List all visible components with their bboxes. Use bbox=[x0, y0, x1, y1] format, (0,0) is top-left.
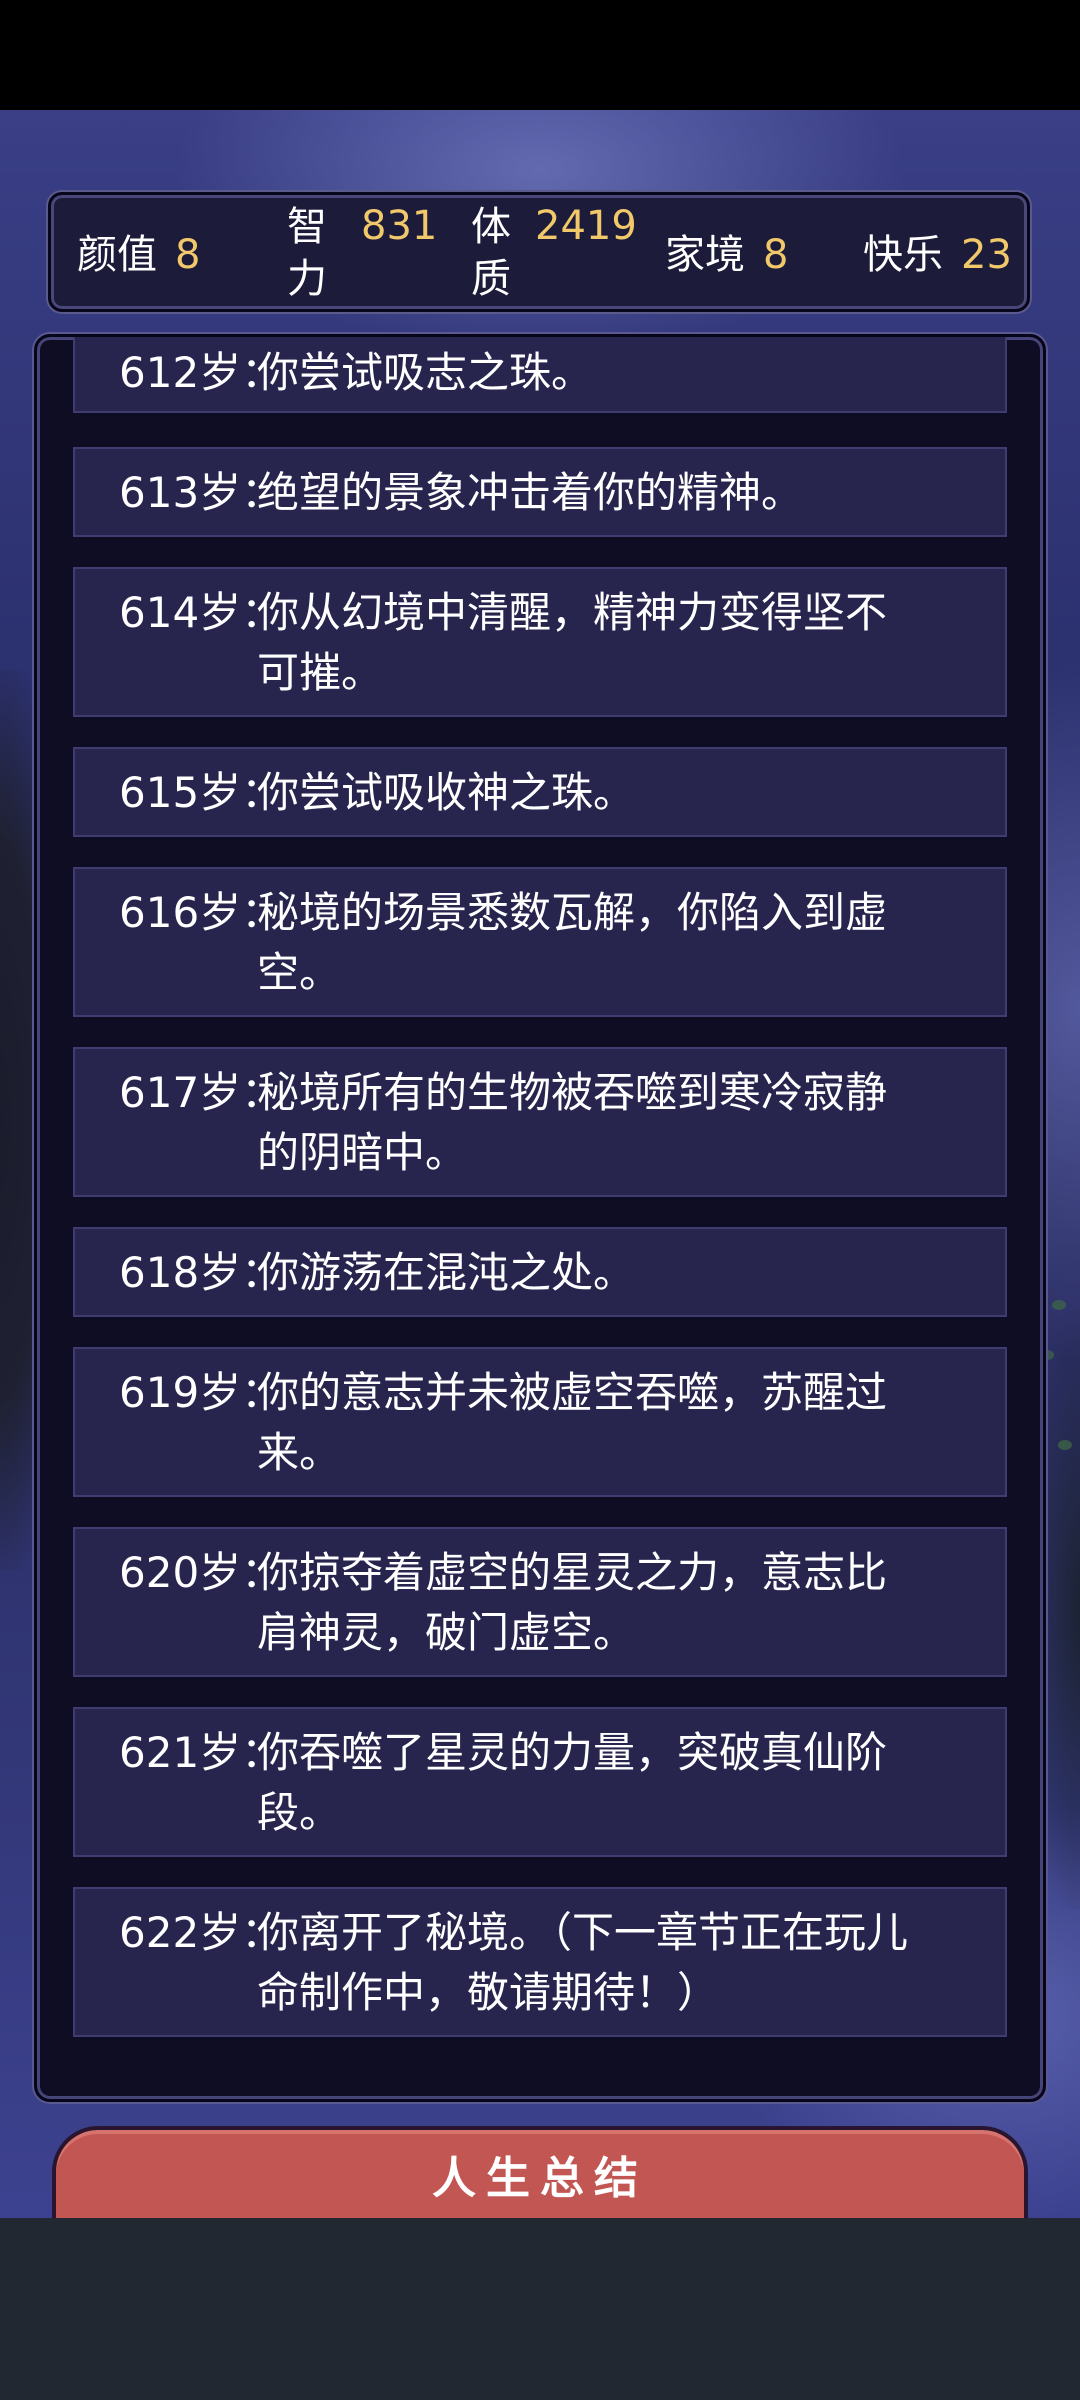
entry-text: 秘境所有的生物被吞噬到寒冷寂静的阴暗中。 bbox=[257, 1068, 888, 1177]
attribute-stats-bar: 颜值 8 智力 831 体质 2419 家境 8 快乐 23 bbox=[48, 192, 1030, 312]
entry-age: 618岁： bbox=[119, 1248, 284, 1297]
entry-age: 619岁： bbox=[119, 1368, 284, 1417]
log-entry: 617岁： 秘境所有的生物被吞噬到寒冷寂静的阴暗中。 bbox=[73, 1047, 1007, 1197]
entry-age: 613岁： bbox=[119, 468, 284, 517]
entry-text: 你游荡在混沌之处。 bbox=[257, 1248, 636, 1297]
entry-age: 614岁： bbox=[119, 588, 284, 637]
stat-label: 体质 bbox=[471, 204, 511, 302]
log-entry: 622岁： 你离开了秘境。（下一章节正在玩儿命制作中，敬请期待！） bbox=[73, 1887, 1007, 2037]
log-entry: 620岁： 你掠夺着虚空的星灵之力，意志比肩神灵，破门虚空。 bbox=[73, 1527, 1007, 1677]
status-bar bbox=[0, 0, 1080, 110]
entry-text: 你掠夺着虚空的星灵之力，意志比肩神灵，破门虚空。 bbox=[257, 1548, 888, 1657]
life-summary-button[interactable]: 人生总结 bbox=[52, 2126, 1028, 2218]
log-entry: 613岁： 绝望的景象冲击着你的精神。 bbox=[73, 447, 1007, 537]
entry-age: 612岁： bbox=[119, 348, 284, 397]
entry-text: 秘境的场景悉数瓦解，你陷入到虚空。 bbox=[257, 888, 888, 997]
stat-label: 颜值 bbox=[77, 232, 157, 278]
life-log-panel[interactable]: 612岁： 你尝试吸志之珠。 613岁： 绝望的景象冲击着你的精神。 614岁：… bbox=[34, 334, 1046, 2102]
stat-label: 快乐 bbox=[863, 232, 943, 278]
entry-text: 你尝试吸志之珠。 bbox=[257, 348, 594, 397]
leaf-decoration bbox=[1052, 1300, 1066, 1310]
stat-intelligence: 智力 831 bbox=[287, 195, 437, 315]
log-entry: 614岁： 你从幻境中清醒，精神力变得坚不可摧。 bbox=[73, 567, 1007, 717]
log-entry: 615岁： 你尝试吸收神之珠。 bbox=[73, 747, 1007, 837]
life-log-list[interactable]: 612岁： 你尝试吸志之珠。 613岁： 绝望的景象冲击着你的精神。 614岁：… bbox=[73, 337, 1007, 2067]
entry-age: 615岁： bbox=[119, 768, 284, 817]
log-entry: 618岁： 你游荡在混沌之处。 bbox=[73, 1227, 1007, 1317]
entry-age: 616岁： bbox=[119, 888, 284, 937]
entry-text: 你从幻境中清醒，精神力变得坚不可摧。 bbox=[257, 588, 888, 697]
summary-button-label: 人生总结 bbox=[432, 2153, 648, 2204]
stat-happiness: 快乐 23 bbox=[863, 195, 1012, 315]
entry-text: 你尝试吸收神之珠。 bbox=[257, 768, 636, 817]
log-entry: 612岁： 你尝试吸志之珠。 bbox=[73, 337, 1007, 413]
stat-label: 智力 bbox=[287, 204, 327, 302]
stat-value: 23 bbox=[961, 232, 1012, 278]
stat-appearance: 颜值 8 bbox=[77, 195, 200, 315]
log-entry: 616岁： 秘境的场景悉数瓦解，你陷入到虚空。 bbox=[73, 867, 1007, 1017]
stat-value: 2419 bbox=[535, 203, 637, 249]
stat-label: 家境 bbox=[665, 232, 745, 278]
entry-age: 621岁： bbox=[119, 1728, 284, 1777]
stat-family: 家境 8 bbox=[665, 195, 788, 315]
stat-value: 8 bbox=[763, 232, 789, 278]
entry-age: 620岁： bbox=[119, 1548, 284, 1597]
entry-text: 你离开了秘境。（下一章节正在玩儿命制作中，敬请期待！） bbox=[257, 1908, 909, 2017]
bottom-blank-area bbox=[0, 2218, 1080, 2400]
entry-text: 你的意志并未被虚空吞噬，苏醒过来。 bbox=[257, 1368, 888, 1477]
entry-text: 绝望的景象冲击着你的精神。 bbox=[257, 468, 804, 517]
entry-text: 你吞噬了星灵的力量，突破真仙阶段。 bbox=[257, 1728, 888, 1837]
log-entry: 619岁： 你的意志并未被虚空吞噬，苏醒过来。 bbox=[73, 1347, 1007, 1497]
log-entry: 621岁： 你吞噬了星灵的力量，突破真仙阶段。 bbox=[73, 1707, 1007, 1857]
entry-age: 622岁： bbox=[119, 1908, 284, 1957]
stat-value: 831 bbox=[361, 203, 438, 249]
entry-age: 617岁： bbox=[119, 1068, 284, 1117]
leaf-decoration bbox=[1058, 1440, 1072, 1450]
stat-value: 8 bbox=[175, 232, 201, 278]
stat-physique: 体质 2419 bbox=[471, 195, 637, 315]
